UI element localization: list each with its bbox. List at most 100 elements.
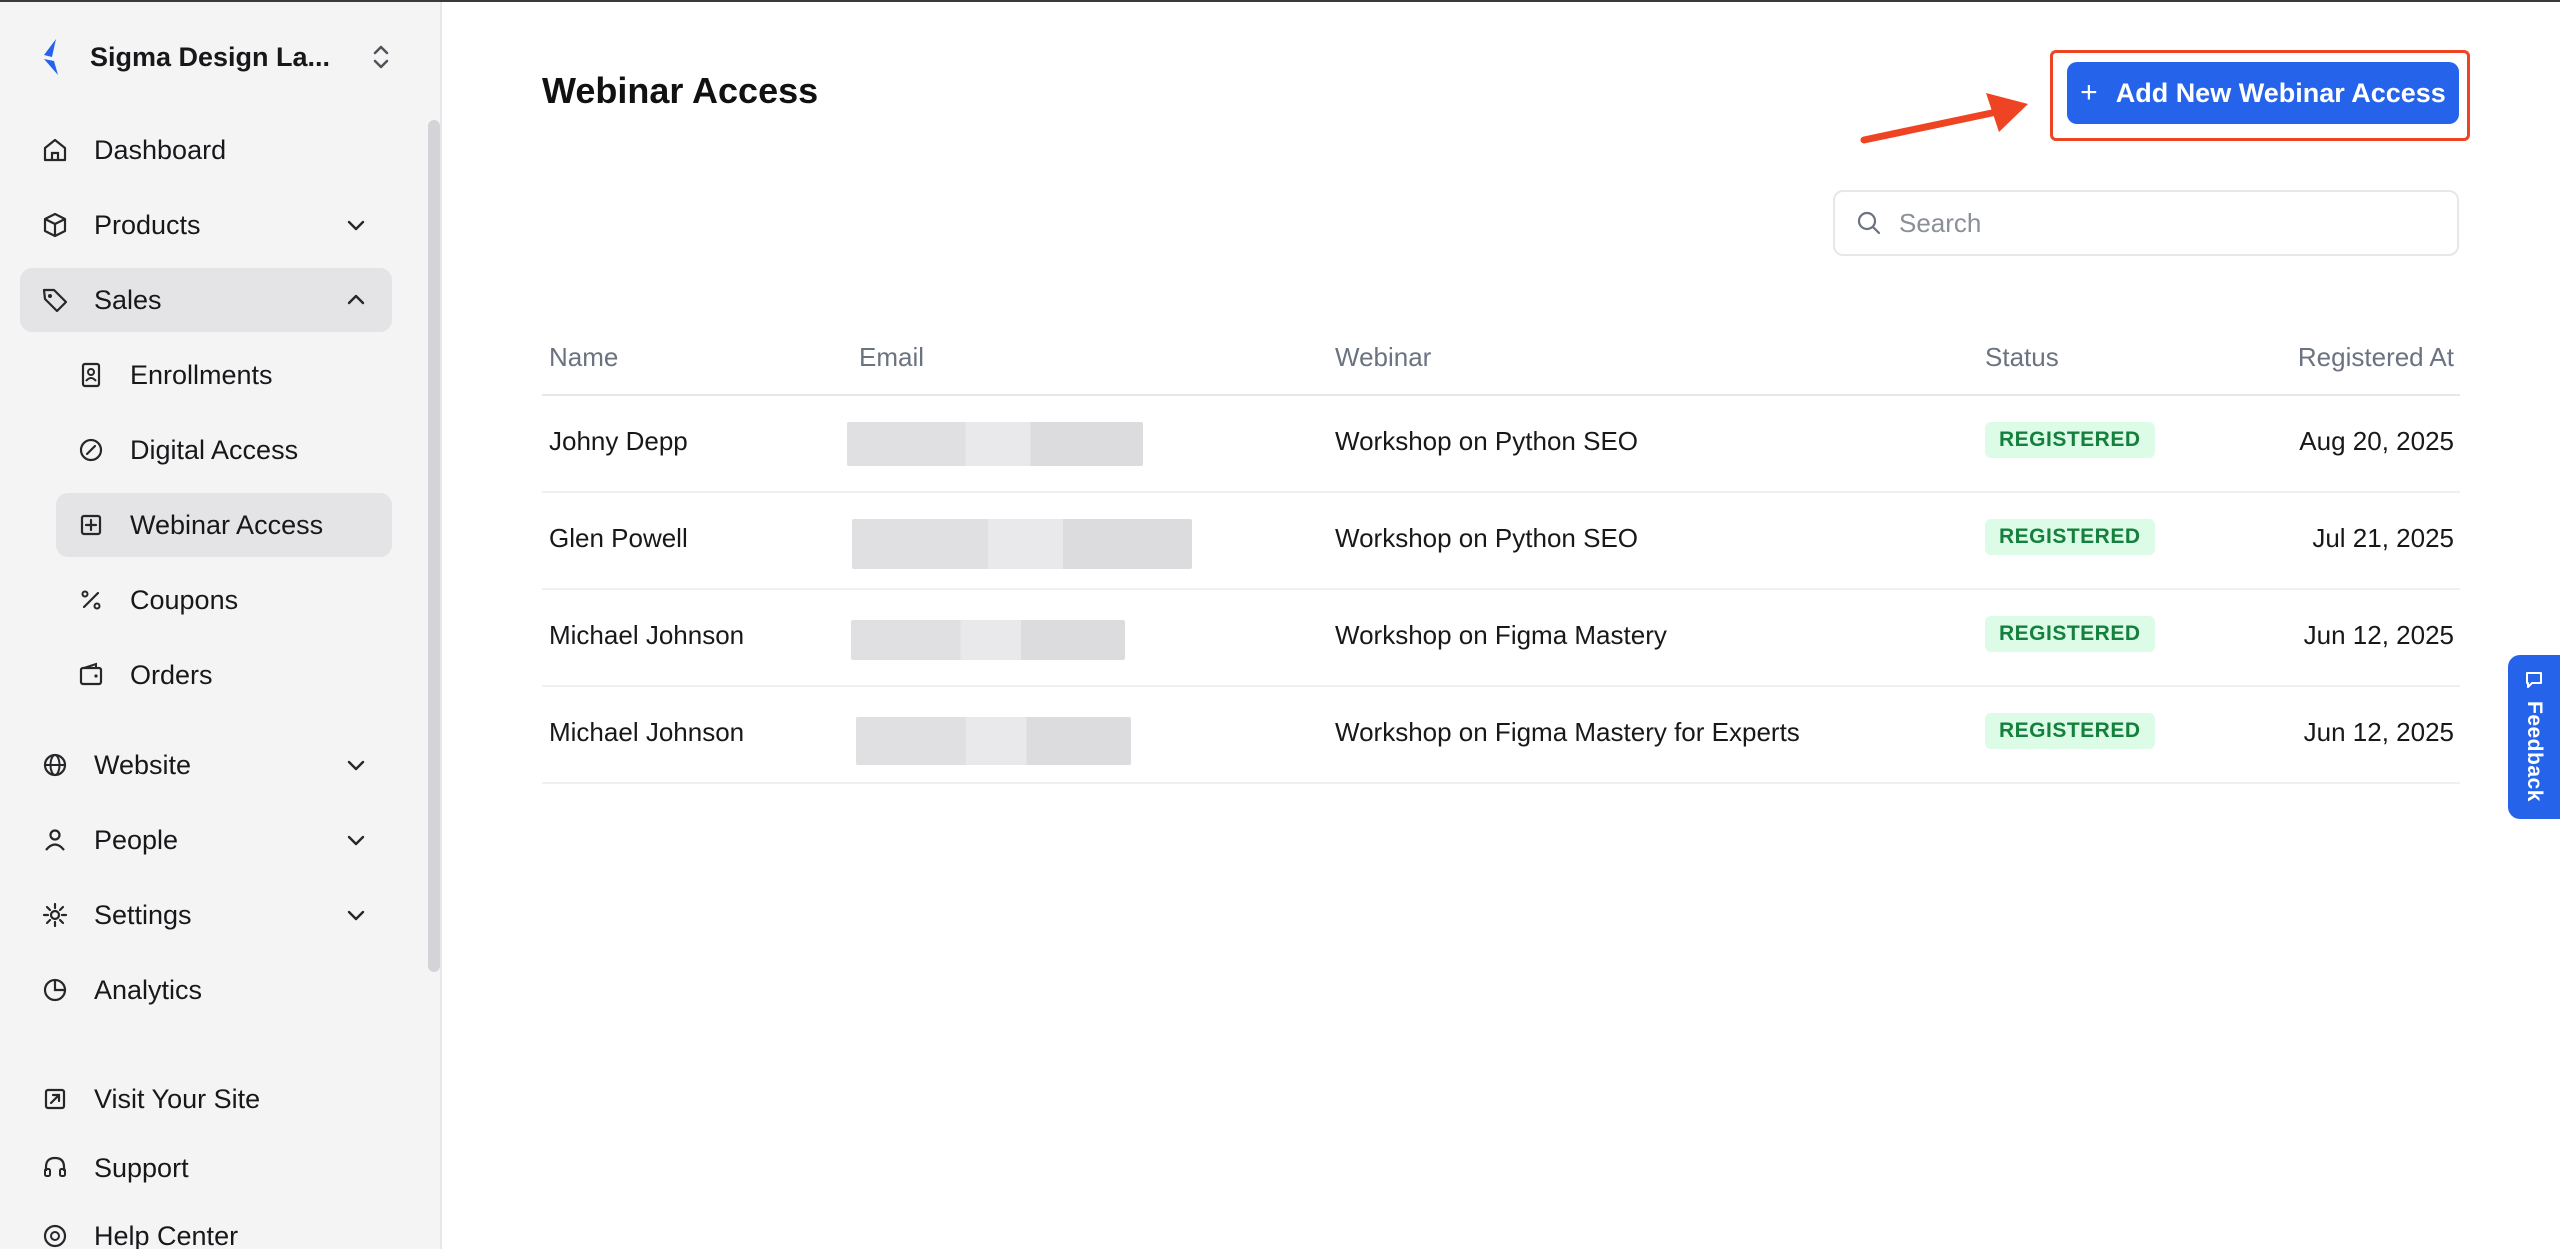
sidebar-item-webinar-access[interactable]: Webinar Access [56,493,392,557]
chat-bubble-icon [2526,672,2542,688]
chevron-up-down-icon [373,45,389,69]
brand-logo-icon [44,39,58,75]
sidebar-item-help-center[interactable]: Help Center [20,1204,392,1249]
sidebar-item-people[interactable]: People [20,808,392,872]
box-icon [40,210,70,240]
sidebar-item-label: Products [94,209,201,240]
wallet-icon [76,660,106,690]
percent-icon [76,585,106,615]
column-header-webinar[interactable]: Webinar [1335,342,1431,373]
sidebar-item-label: People [94,824,179,855]
cell-registered-at: Jun 12, 2025 [2303,620,2454,650]
column-header-status[interactable]: Status [1985,342,2059,373]
chevron-down-icon [347,220,365,231]
contact-card-icon [76,360,106,390]
search-icon [1857,211,1881,235]
cell-webinar: Workshop on Figma Mastery for Experts [1335,717,1800,747]
table-header: Name Email Webinar Status Registered At [542,322,2460,396]
status-badge: REGISTERED [1985,713,2155,749]
chevron-down-icon [347,835,365,846]
sidebar-item-label: Digital Access [130,434,299,465]
status-badge: REGISTERED [1985,422,2155,458]
sidebar-item-analytics[interactable]: Analytics [20,958,392,1022]
headset-icon [40,1153,70,1183]
plus-square-icon [76,510,106,540]
sidebar-item-enrollments[interactable]: Enrollments [56,343,392,407]
sidebar-item-website[interactable]: Website [20,733,392,797]
column-header-registered-at[interactable]: Registered At [2298,342,2454,373]
sidebar-scrollbar[interactable] [428,120,440,972]
chevron-up-icon [347,294,365,305]
sidebar-item-label: Coupons [130,584,239,615]
cell-status: REGISTERED [1985,422,2155,458]
add-new-webinar-access-button[interactable]: + Add New Webinar Access [2067,62,2459,124]
gear-icon [40,900,70,930]
chevron-down-icon [347,910,365,921]
page-title: Webinar Access [542,70,819,111]
sidebar-item-support[interactable]: Support [20,1136,392,1200]
tag-icon [40,285,70,315]
status-badge: REGISTERED [1985,519,2155,555]
sidebar-item-label: Sales [94,284,162,315]
table-row[interactable]: Glen Powell Workshop on Python SEO REGIS… [542,493,2460,590]
cell-name: Michael Johnson [549,620,745,650]
sidebar-item-label: Orders [130,659,213,690]
table-row[interactable]: Michael Johnson Workshop on Figma Master… [542,590,2460,687]
sidebar-item-label: Analytics [94,974,203,1005]
sidebar-item-coupons[interactable]: Coupons [56,568,392,632]
workspace-name: Sigma Design La... [90,41,331,72]
sidebar-item-products[interactable]: Products [20,193,392,257]
cell-webinar: Workshop on Python SEO [1335,426,1639,456]
table-row[interactable]: Michael Johnson Workshop on Figma Master… [542,687,2460,784]
sidebar: Sigma Design La... Dashboard Products Sa… [0,2,442,1249]
sidebar-item-label: Enrollments [130,359,273,390]
sidebar-item-sales[interactable]: Sales [20,268,392,332]
external-link-icon [40,1084,70,1114]
workspace-switcher[interactable]: Sigma Design La... [38,32,394,82]
annotation-arrow [1860,93,2028,144]
feedback-tab[interactable]: Feedback [2508,655,2560,819]
cell-registered-at: Aug 20, 2025 [2299,426,2454,456]
cell-webinar: Workshop on Figma Mastery [1335,620,1667,650]
cell-registered-at: Jun 12, 2025 [2303,717,2454,747]
webinar-access-table: Name Email Webinar Status Registered At … [542,322,2460,784]
sidebar-item-label: Dashboard [94,134,227,165]
table-row[interactable]: Johny Depp Workshop on Python SEO REGIST… [542,396,2460,493]
sidebar-item-digital-access[interactable]: Digital Access [56,418,392,482]
cell-registered-at: Jul 21, 2025 [2312,523,2454,553]
sidebar-item-dashboard[interactable]: Dashboard [20,118,392,182]
sidebar-item-label: Support [94,1152,189,1183]
pie-chart-icon [40,975,70,1005]
gauge-icon [76,435,106,465]
cell-webinar: Workshop on Python SEO [1335,523,1639,553]
status-badge: REGISTERED [1985,616,2155,652]
cell-name: Michael Johnson [549,717,745,747]
redacted-email [856,717,1131,765]
column-header-email[interactable]: Email [859,342,924,373]
search-input[interactable] [1899,207,2439,239]
sidebar-item-visit-site[interactable]: Visit Your Site [20,1067,392,1131]
cell-name: Johny Depp [549,426,688,456]
home-icon [40,135,70,165]
life-buoy-icon [40,1221,70,1249]
globe-icon [40,750,70,780]
add-button-label: Add New Webinar Access [2115,77,2446,108]
sidebar-item-orders[interactable]: Orders [56,643,392,707]
cell-status: REGISTERED [1985,616,2155,652]
plus-icon: + [2080,76,2098,109]
chevron-down-icon [347,760,365,771]
sidebar-item-label: Help Center [94,1220,239,1249]
redacted-email [851,620,1125,660]
search-box[interactable] [1833,190,2459,256]
sidebar-item-label: Website [94,749,192,780]
cell-status: REGISTERED [1985,519,2155,555]
sidebar-item-label: Settings [94,899,192,930]
user-icon [40,825,70,855]
redacted-email [847,422,1143,466]
sidebar-item-settings[interactable]: Settings [20,883,392,947]
sidebar-item-label: Visit Your Site [94,1083,261,1114]
redacted-email [852,519,1192,569]
feedback-label: Feedback [2523,701,2546,802]
sidebar-item-label: Webinar Access [130,509,324,540]
column-header-name[interactable]: Name [549,342,618,373]
